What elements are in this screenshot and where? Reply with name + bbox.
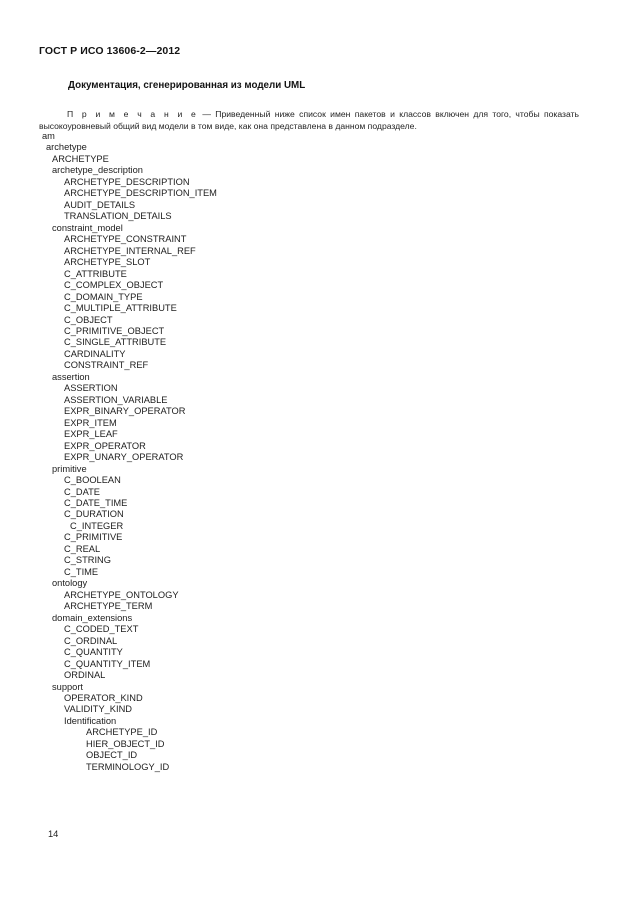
tree-node: CONSTRAINT_REF [64,360,149,371]
tree-node: C_QUANTITY_ITEM [64,658,151,669]
tree-node: C_CODED_TEXT [64,624,139,635]
tree-node: C_ORDINAL [64,635,118,646]
tree-node: C_SINGLE_ATTRIBUTE [64,337,167,348]
tree-node: C_ATTRIBUTE [64,268,127,279]
tree-node: C_STRING [64,555,112,566]
tree-node: am [42,131,55,141]
tree-node: archetype [46,142,87,153]
tree-node: ARCHETYPE_SLOT [64,257,151,268]
tree-node: EXPR_ITEM [64,417,117,428]
tree-node: ARCHETYPE_TERM [64,601,153,612]
tree-node: domain_extensions [52,612,133,623]
tree-node: C_REAL [64,543,101,554]
tree-node: C_MULTIPLE_ATTRIBUTE [64,303,177,314]
tree-node: ASSERTION_VARIABLE [64,394,168,405]
tree-node: ARCHETYPE_DESCRIPTION_ITEM [64,188,217,199]
tree-node: constraint_model [52,222,123,233]
tree-node: TERMINOLOGY_ID [86,761,170,772]
tree-node: C_PRIMITIVE_OBJECT [64,325,165,336]
note-dash: — [202,108,211,119]
tree-node: C_OBJECT [64,314,113,325]
tree-node: C_PRIMITIVE [64,532,123,543]
tree-node: EXPR_OPERATOR [64,440,146,451]
tree-node: EXPR_LEAF [64,429,118,440]
tree-node: support [52,681,84,692]
tree-node: primitive [52,463,87,474]
document-page: ГОСТ Р ИСО 13606-2—2012 Документация, сг… [0,0,630,913]
tree-node: EXPR_BINARY_OPERATOR [64,406,186,417]
tree-node: ARCHETYPE_ONTOLOGY [64,589,179,600]
tree-node: ARCHETYPE_ID [86,727,158,738]
tree-node: ARCHETYPE_CONSTRAINT [64,234,187,245]
note-paragraph: П р и м е ч а н и е — Приведенный ниже с… [39,108,579,133]
tree-node: C_COMPLEX_OBJECT [64,280,164,291]
section-heading: Документация, сгенерированная из модели … [68,80,306,91]
tree-node: ARCHETYPE_INTERNAL_REF [64,245,196,256]
tree-node: ontology [52,578,88,589]
tree-node: C_DURATION [64,509,124,520]
tree-node: C_TIME [64,566,99,577]
tree-node: CARDINALITY [64,348,126,359]
uml-package-tree: am archetype ARCHETYPE archetype_descriptio… [40,131,600,773]
tree-node: C_INTEGER [70,520,124,531]
tree-node: ARCHETYPE [52,153,109,164]
running-head: ГОСТ Р ИСО 13606-2—2012 [39,45,181,57]
tree-node: OBJECT_ID [86,750,138,761]
tree-node: HIER_OBJECT_ID [86,738,165,749]
page-number: 14 [48,829,59,839]
tree-node: Identification [64,715,117,726]
tree-node: VALIDITY_KIND [64,704,133,715]
tree-node: OPERATOR_KIND [64,692,143,703]
tree-node: AUDIT_DETAILS [64,199,136,210]
tree-node: C_BOOLEAN [64,475,121,486]
tree-node: assertion [52,371,90,382]
tree-node: C_QUANTITY [64,647,123,658]
note-label: П р и м е ч а н и е [67,108,198,119]
tree-node: archetype_description [52,165,143,176]
tree-node: ORDINAL [64,670,106,681]
tree-node: TRANSLATION_DETAILS [64,211,172,222]
tree-node: C_DATE_TIME [64,498,128,508]
tree-node: ASSERTION [64,383,118,394]
tree-node: C_DATE [64,486,100,497]
tree-node: C_DOMAIN_TYPE [64,291,143,302]
tree-node: ARCHETYPE_DESCRIPTION [64,176,190,187]
tree-node: EXPR_UNARY_OPERATOR [64,452,184,463]
